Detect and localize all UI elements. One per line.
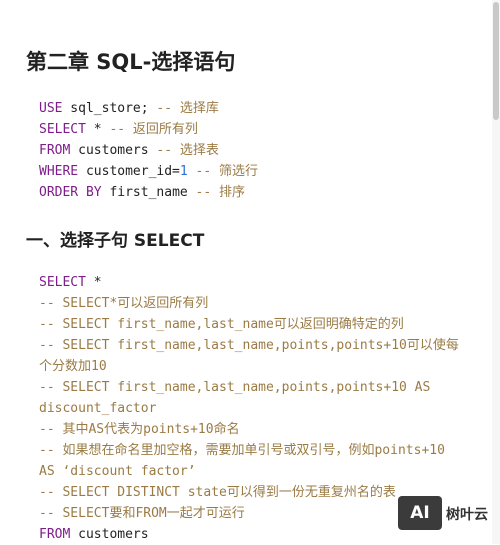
- code-comment-line: -- SELECT first_name,last_name,points,po…: [39, 380, 439, 416]
- watermark-logo: AI: [398, 496, 442, 530]
- code-block-1: USE sql_store; -- 选择库 SELECT * -- 返回所有列 …: [39, 98, 258, 203]
- code-line: ORDER BY first_name -- 排序: [39, 185, 246, 200]
- code-line: SELECT *: [39, 275, 102, 290]
- code-comment-line: -- SELECT*可以返回所有列: [39, 296, 209, 311]
- watermark: AI 树叶云: [398, 496, 498, 536]
- code-line: FROM customers -- 选择表: [39, 143, 219, 158]
- scrollbar-thumb[interactable]: [493, 2, 499, 120]
- code-line: USE sql_store; -- 选择库: [39, 101, 219, 116]
- scrollbar[interactable]: [492, 0, 500, 544]
- chapter-title: 第二章 SQL-选择语句: [26, 50, 236, 74]
- code-comment-line: -- 如果想在命名里加空格，需要加单引号或双引号，例如points+10 AS …: [39, 443, 453, 479]
- document-page: 第二章 SQL-选择语句 USE sql_store; -- 选择库 SELEC…: [0, 0, 500, 544]
- code-comment-line: -- 其中AS代表为points+10命名: [39, 422, 240, 437]
- section-title: 一、选择子句 SELECT: [26, 231, 205, 251]
- code-comment-line: -- SELECT first_name,last_name,points,po…: [39, 338, 459, 374]
- code-line: SELECT * -- 返回所有列: [39, 122, 198, 137]
- watermark-text: 树叶云: [446, 507, 488, 523]
- code-line: WHERE customer_id=1 -- 筛选行: [39, 164, 259, 179]
- code-comment-line: -- SELECT first_name,last_name可以返回明确特定的列: [39, 317, 404, 332]
